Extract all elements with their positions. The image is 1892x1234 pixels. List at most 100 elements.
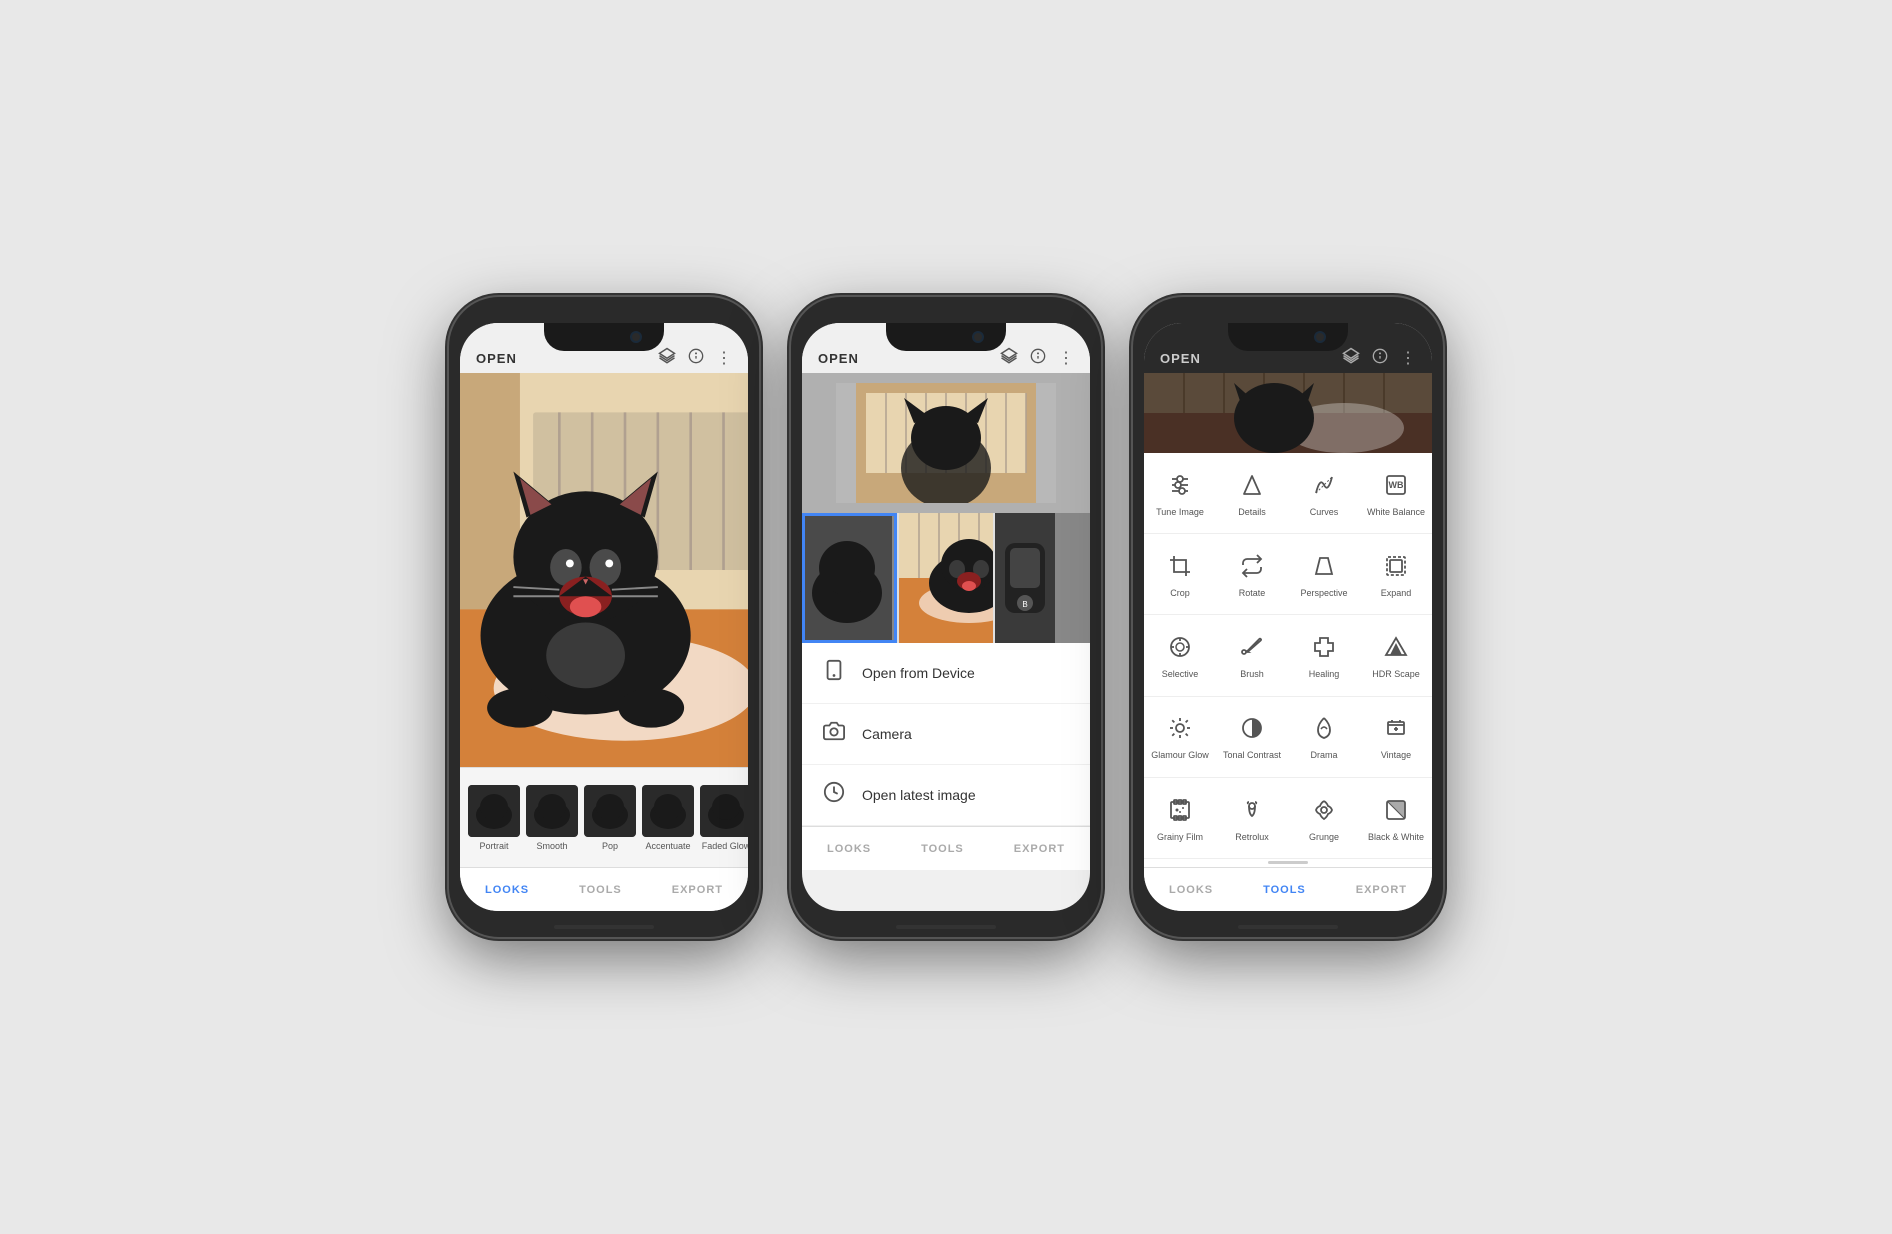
thumb-strip-2: B: [802, 513, 1090, 643]
tool-rotate[interactable]: Rotate: [1216, 534, 1288, 615]
layers-icon-3[interactable]: [1342, 347, 1360, 370]
open-menu-2: Open from Device Camera: [802, 643, 1090, 826]
tab-bar-2: LOOKS TOOLS EXPORT: [802, 826, 1090, 870]
screen-1: OPEN ⋮: [460, 323, 748, 911]
open-button-3[interactable]: OPEN: [1160, 351, 1201, 366]
tab-export-2[interactable]: EXPORT: [998, 839, 1081, 859]
tab-looks-3[interactable]: LOOKS: [1153, 880, 1229, 900]
drama-icon: [1312, 716, 1336, 744]
tab-tools-2[interactable]: TOOLS: [905, 839, 980, 859]
screen-2: OPEN ⋮: [802, 323, 1090, 911]
info-icon-3[interactable]: [1372, 348, 1388, 369]
tools-panel-3: Tune Image Details: [1144, 453, 1432, 867]
header-icons-2: ⋮: [1000, 347, 1074, 370]
tab-tools-1[interactable]: TOOLS: [563, 880, 638, 900]
tool-grunge-label: Grunge: [1309, 832, 1339, 843]
glamour-glow-icon: [1168, 716, 1192, 744]
tool-grainy-film[interactable]: Grainy Film: [1144, 778, 1216, 859]
phone-1: OPEN ⋮: [449, 297, 759, 937]
tool-crop-label: Crop: [1170, 588, 1190, 599]
tool-white-balance[interactable]: WB White Balance: [1360, 453, 1432, 534]
look-faded-glow[interactable]: Faded Glow: [700, 785, 748, 851]
tool-retrolux-label: Retrolux: [1235, 832, 1269, 843]
tool-vintage[interactable]: Vintage: [1360, 697, 1432, 778]
front-camera-2: [972, 331, 984, 343]
open-from-device[interactable]: Open from Device: [802, 643, 1090, 704]
look-accentuate-label: Accentuate: [645, 841, 690, 851]
home-indicator-2: [896, 925, 996, 929]
thumb-2[interactable]: [899, 513, 994, 643]
tool-perspective[interactable]: Perspective: [1288, 534, 1360, 615]
tool-retrolux[interactable]: Retrolux: [1216, 778, 1288, 859]
looks-strip-1: Portrait Smooth: [460, 767, 748, 867]
tool-glamour-glow-label: Glamour Glow: [1151, 750, 1209, 761]
camera-label: Camera: [862, 726, 912, 742]
tool-white-balance-label: White Balance: [1367, 507, 1425, 518]
tool-curves[interactable]: Curves: [1288, 453, 1360, 534]
tool-drama[interactable]: Drama: [1288, 697, 1360, 778]
black-white-icon: [1384, 798, 1408, 826]
crop-icon: [1168, 554, 1192, 582]
layers-icon-1[interactable]: [658, 347, 676, 370]
tab-export-3[interactable]: EXPORT: [1340, 880, 1423, 900]
tonal-contrast-icon: [1240, 716, 1264, 744]
look-accentuate[interactable]: Accentuate: [642, 785, 694, 851]
look-pop[interactable]: Pop: [584, 785, 636, 851]
tab-export-1[interactable]: EXPORT: [656, 880, 739, 900]
more-icon-3[interactable]: ⋮: [1400, 348, 1416, 368]
tool-expand[interactable]: Expand: [1360, 534, 1432, 615]
thumb-1[interactable]: [802, 513, 897, 643]
tool-perspective-label: Perspective: [1300, 588, 1347, 599]
brush-icon: [1240, 635, 1264, 663]
open-button-1[interactable]: OPEN: [476, 351, 517, 366]
more-icon-1[interactable]: ⋮: [716, 348, 732, 368]
tab-looks-1[interactable]: LOOKS: [469, 880, 545, 900]
tool-hdr-scape[interactable]: HDR Scape: [1360, 615, 1432, 696]
tools-grid-3: Tune Image Details: [1144, 453, 1432, 859]
thumb-3[interactable]: B: [995, 513, 1090, 643]
tool-healing[interactable]: Healing: [1288, 615, 1360, 696]
tool-black-white[interactable]: Black & White: [1360, 778, 1432, 859]
svg-text:WB: WB: [1389, 480, 1404, 490]
scroll-indicator: [1144, 859, 1432, 867]
info-icon-1[interactable]: [688, 348, 704, 369]
tool-grunge[interactable]: Grunge: [1288, 778, 1360, 859]
dark-image-area-3: [1144, 373, 1432, 453]
screen-3: OPEN ⋮: [1144, 323, 1432, 911]
look-smooth-label: Smooth: [536, 841, 567, 851]
open-latest-item[interactable]: Open latest image: [802, 765, 1090, 826]
tool-tune-image[interactable]: Tune Image: [1144, 453, 1216, 534]
header-icons-1: ⋮: [658, 347, 732, 370]
tab-looks-2[interactable]: LOOKS: [811, 839, 887, 859]
main-image-1: [460, 373, 748, 767]
tool-rotate-label: Rotate: [1239, 588, 1266, 599]
tool-details-label: Details: [1238, 507, 1266, 518]
tool-brush[interactable]: Brush: [1216, 615, 1288, 696]
tool-glamour-glow[interactable]: Glamour Glow: [1144, 697, 1216, 778]
open-latest-label: Open latest image: [862, 787, 976, 803]
info-icon-2[interactable]: [1030, 348, 1046, 369]
tab-tools-3[interactable]: TOOLS: [1247, 880, 1322, 900]
selective-icon: [1168, 635, 1192, 663]
notch-3: [1228, 323, 1348, 351]
tab-bar-3: LOOKS TOOLS EXPORT: [1144, 867, 1432, 911]
tool-expand-label: Expand: [1381, 588, 1412, 599]
retrolux-icon: [1240, 798, 1264, 826]
layers-icon-2[interactable]: [1000, 347, 1018, 370]
tool-black-white-label: Black & White: [1368, 832, 1424, 843]
tool-selective[interactable]: Selective: [1144, 615, 1216, 696]
more-icon-2[interactable]: ⋮: [1058, 348, 1074, 368]
open-from-device-label: Open from Device: [862, 665, 975, 681]
rotate-icon: [1240, 554, 1264, 582]
tool-grainy-film-label: Grainy Film: [1157, 832, 1203, 843]
tool-tonal-contrast-label: Tonal Contrast: [1223, 750, 1281, 761]
tool-crop[interactable]: Crop: [1144, 534, 1216, 615]
open-button-2[interactable]: OPEN: [818, 351, 859, 366]
clock-icon: [822, 781, 846, 809]
tool-tonal-contrast[interactable]: Tonal Contrast: [1216, 697, 1288, 778]
camera-item[interactable]: Camera: [802, 704, 1090, 765]
look-smooth[interactable]: Smooth: [526, 785, 578, 851]
look-portrait[interactable]: Portrait: [468, 785, 520, 851]
tool-details[interactable]: Details: [1216, 453, 1288, 534]
phone-2: OPEN ⋮: [791, 297, 1101, 937]
